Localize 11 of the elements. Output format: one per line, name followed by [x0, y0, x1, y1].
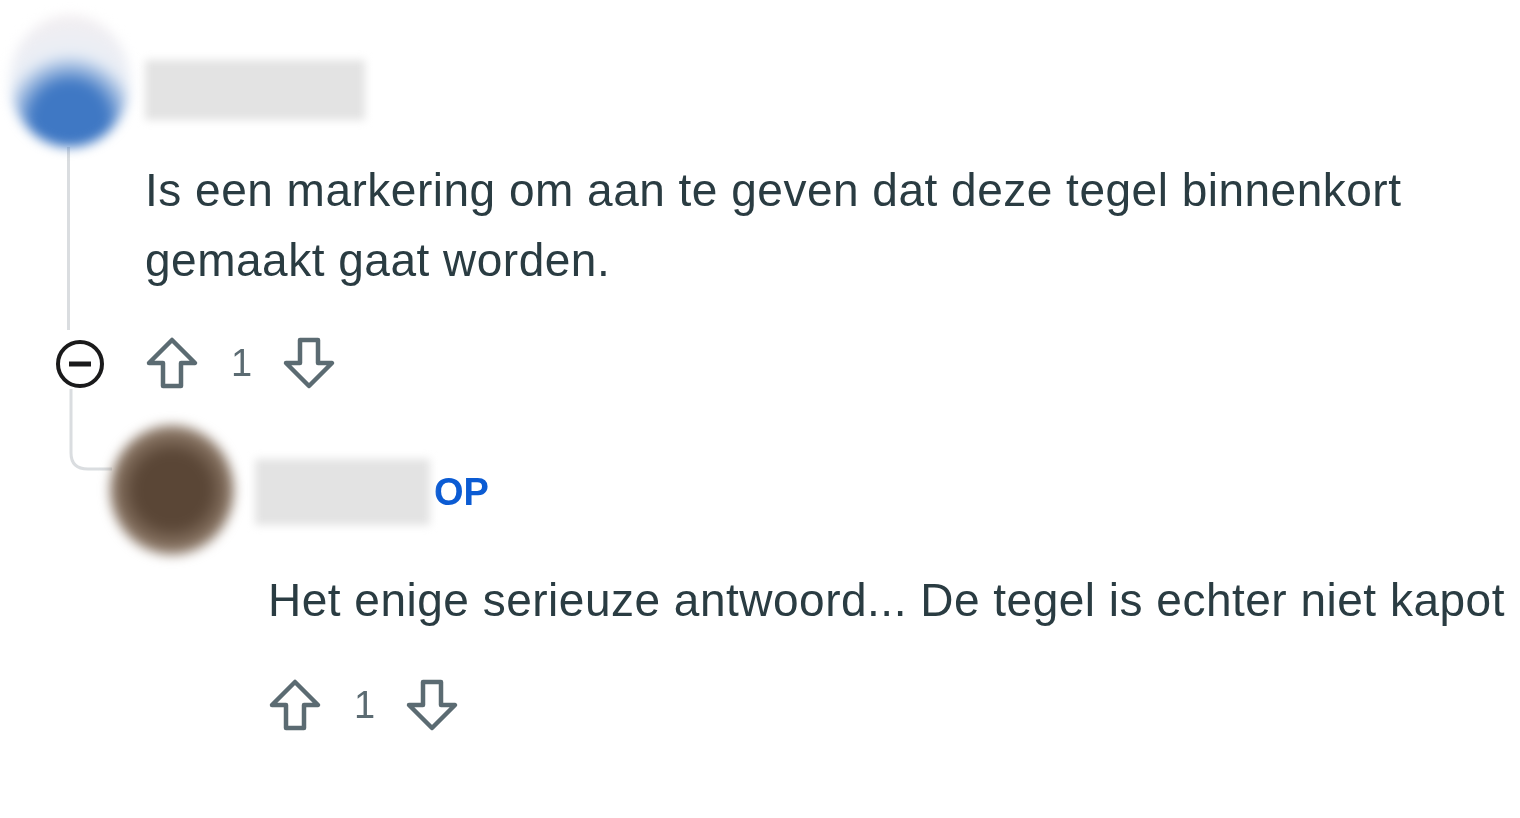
downvote-icon[interactable]	[405, 678, 460, 732]
vote-count: 1	[231, 341, 253, 385]
collapse-icon[interactable]	[54, 338, 106, 390]
upvote-icon[interactable]	[268, 678, 322, 732]
comment-text: Het enige serieuze antwoord... De tegel is echter niet kapot	[268, 573, 1506, 628]
op-label: OP	[434, 470, 489, 514]
vote-count: 1	[354, 683, 376, 727]
upvote-icon[interactable]	[145, 336, 199, 390]
downvote-icon[interactable]	[282, 336, 337, 390]
comment-text: Is een markering om aan te geven dat deze tegel binnenkort gemaakt gaat worden.	[145, 163, 1403, 288]
avatar[interactable]	[110, 425, 234, 555]
